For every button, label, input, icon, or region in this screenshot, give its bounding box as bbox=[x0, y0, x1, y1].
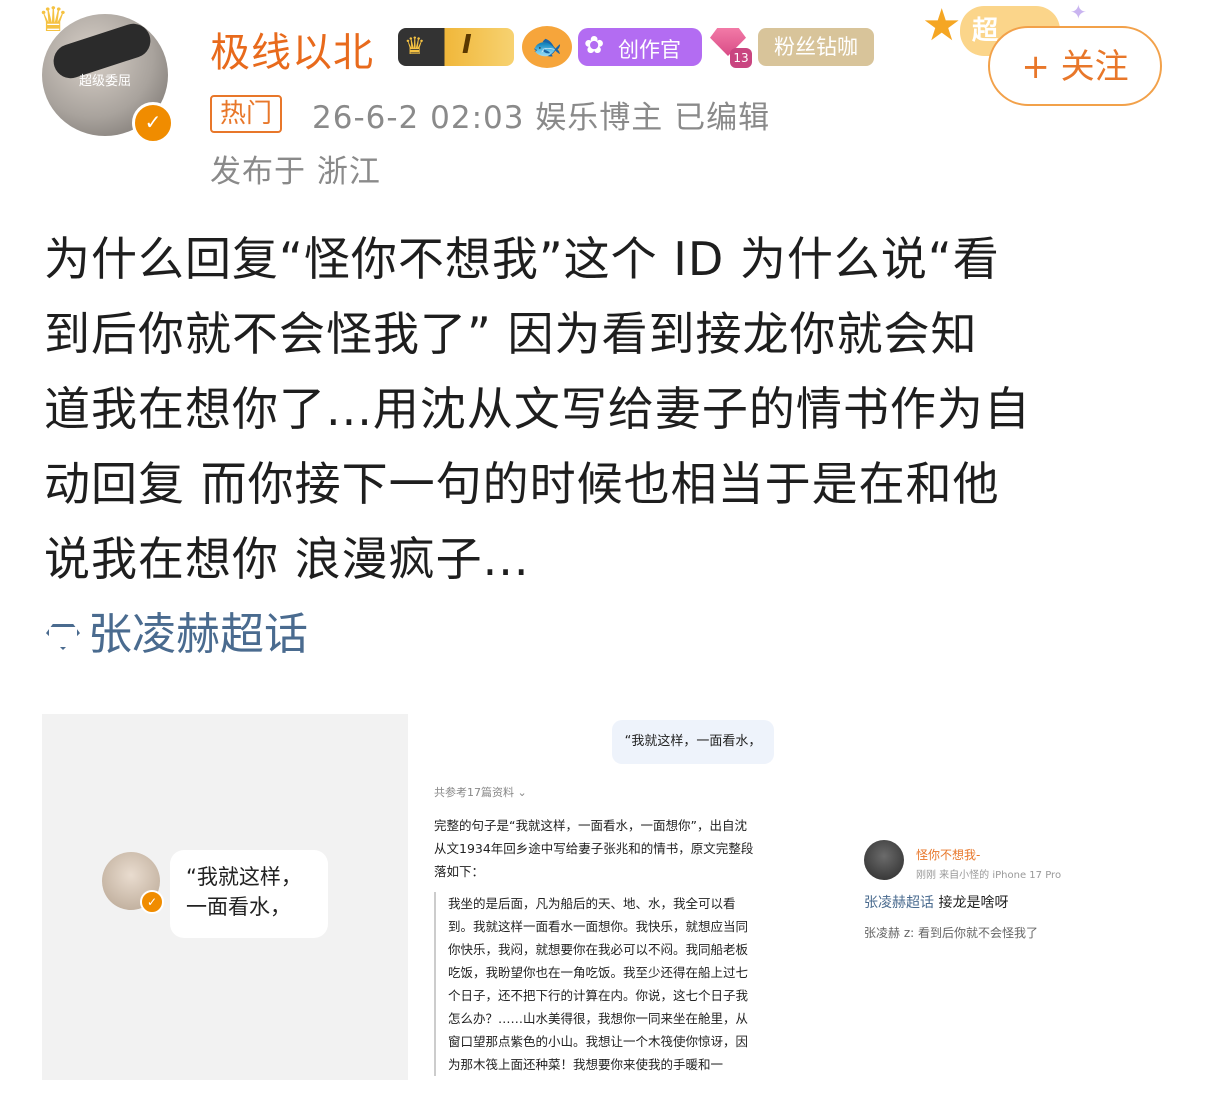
verified-icon: ✓ bbox=[132, 102, 174, 144]
post-line: 动回复 而你接下一句的时候也相当于是在和他 bbox=[44, 457, 1000, 511]
answer-line: 落如下： bbox=[434, 864, 485, 879]
creator-icon: ✿ bbox=[584, 31, 605, 59]
fan-badge[interactable]: 粉丝钻咖 bbox=[758, 28, 874, 66]
comment-username: 怪你不想我- bbox=[916, 848, 981, 862]
comment-text: 张凌赫超话 接龙是啥呀 bbox=[864, 892, 1008, 912]
topic-link[interactable]: 张凌赫超话 bbox=[46, 598, 308, 662]
post-meta: 26-6-2 02:03 娱乐博主 已编辑 bbox=[312, 100, 771, 136]
fish-badge-icon[interactable]: 🐟 bbox=[522, 26, 572, 68]
creator-badge-label: 创作官 bbox=[618, 38, 681, 62]
quote-line: 为那木筏上面还种菜！我想要你来使我的手暖和一 bbox=[448, 1057, 724, 1072]
comment-body: 接龙是啥呀 bbox=[934, 895, 1009, 911]
avatar bbox=[864, 840, 904, 880]
level-badge[interactable]: ♛ I bbox=[398, 28, 514, 66]
bubble-line: 一面看水， bbox=[186, 895, 291, 919]
avatar-text: 超级委屈 bbox=[78, 74, 131, 89]
follow-button[interactable]: + 关注 bbox=[988, 26, 1162, 106]
hot-tag: 热门 bbox=[210, 95, 283, 133]
post-line: 到后你就不会怪我了” 因为看到接龙你就会知 bbox=[44, 307, 978, 361]
verified-icon: ✓ bbox=[140, 890, 164, 914]
crown-icon: ♛ bbox=[38, 0, 69, 40]
crown-icon: ♛ bbox=[404, 32, 426, 60]
reference-count: 共参考17篇资料 ⌄ bbox=[434, 786, 527, 799]
username[interactable]: 极线以北 bbox=[210, 20, 374, 78]
comment-meta: 刚刚 来自小怪的 iPhone 17 Pro bbox=[916, 870, 1062, 881]
post-line: 道我在想你了...用沈从文写给妻子的情书作为自 bbox=[44, 382, 1031, 436]
post-line: 为什么回复“怪你不想我”这个 ID 为什么说“看 bbox=[44, 232, 1000, 286]
post-image-3[interactable]: 怪你不想我- 刚刚 来自小怪的 iPhone 17 Pro 张凌赫超话 接龙是啥… bbox=[850, 830, 1100, 950]
gem-badge[interactable]: 13 bbox=[708, 26, 754, 70]
quote-line: 吃饭，我盼望你也在一角吃饭。我至少还得在船上过七 bbox=[448, 965, 749, 980]
sparkle-icon: ✦ bbox=[1070, 0, 1087, 24]
level-number: I bbox=[462, 30, 472, 60]
answer-intro: 完整的句子是“我就这样，一面看水，一面想你”，出自沈 从文1934年回乡途中写给… bbox=[434, 814, 779, 883]
answer-line: 完整的句子是“我就这样，一面看水，一面想你”，出自沈 bbox=[434, 818, 747, 833]
bubble-line: “我就这样， bbox=[186, 865, 302, 889]
quote-line: 窗口望那点紫色的小山。我想让一个木筏使你惊讶，因 bbox=[448, 1034, 749, 1049]
star-icon: ★ bbox=[922, 0, 962, 51]
post-text: 为什么回复“怪你不想我”这个 ID 为什么说“看 到后你就不会怪我了” 因为看到… bbox=[44, 222, 1174, 597]
quote-line: 怎么办？……山水美得很，我想你一同来坐在舱里，从 bbox=[448, 1011, 749, 1026]
post-line: 说我在想你 浪漫疯子... bbox=[44, 532, 530, 586]
answer-quote: 我坐的是后面，凡为船后的天、地、水，我全可以看 到。我就这样一面看水一面想你。我… bbox=[434, 892, 780, 1076]
quote-line: 个日子，还不把下行的计算在内。你说，这七个日子我 bbox=[448, 988, 749, 1003]
quote-line: 你快乐，我闷，就想要你在我必可以不闷。我同船老板 bbox=[448, 942, 749, 957]
question-bubble: “我就这样，一面看水， bbox=[612, 720, 774, 764]
chat-bubble: “我就这样， 一面看水， bbox=[170, 850, 328, 938]
topic-link: 张凌赫超话 bbox=[864, 895, 934, 911]
quote-line: 到。我就这样一面看水一面想你。我快乐，就想应当同 bbox=[448, 919, 749, 934]
gem-count: 13 bbox=[730, 48, 752, 68]
post-location: 发布于 浙江 bbox=[210, 154, 381, 190]
answer-line: 从文1934年回乡途中写给妻子张兆和的情书，原文完整段 bbox=[434, 841, 754, 856]
creator-badge[interactable]: ✿ 创作官 bbox=[578, 28, 702, 66]
diamond-icon bbox=[46, 624, 80, 650]
post-image-1[interactable]: ✓ “我就这样， 一面看水， bbox=[42, 714, 408, 1080]
comment-reply: 张凌赫 z: 看到后你就不会怪我了 bbox=[864, 926, 1038, 940]
topic-label: 张凌赫超话 bbox=[88, 609, 308, 660]
quote-line: 我坐的是后面，凡为船后的天、地、水，我全可以看 bbox=[448, 896, 736, 911]
post-image-2[interactable]: “我就这样，一面看水， 共参考17篇资料 ⌄ 完整的句子是“我就这样，一面看水，… bbox=[420, 714, 788, 1080]
